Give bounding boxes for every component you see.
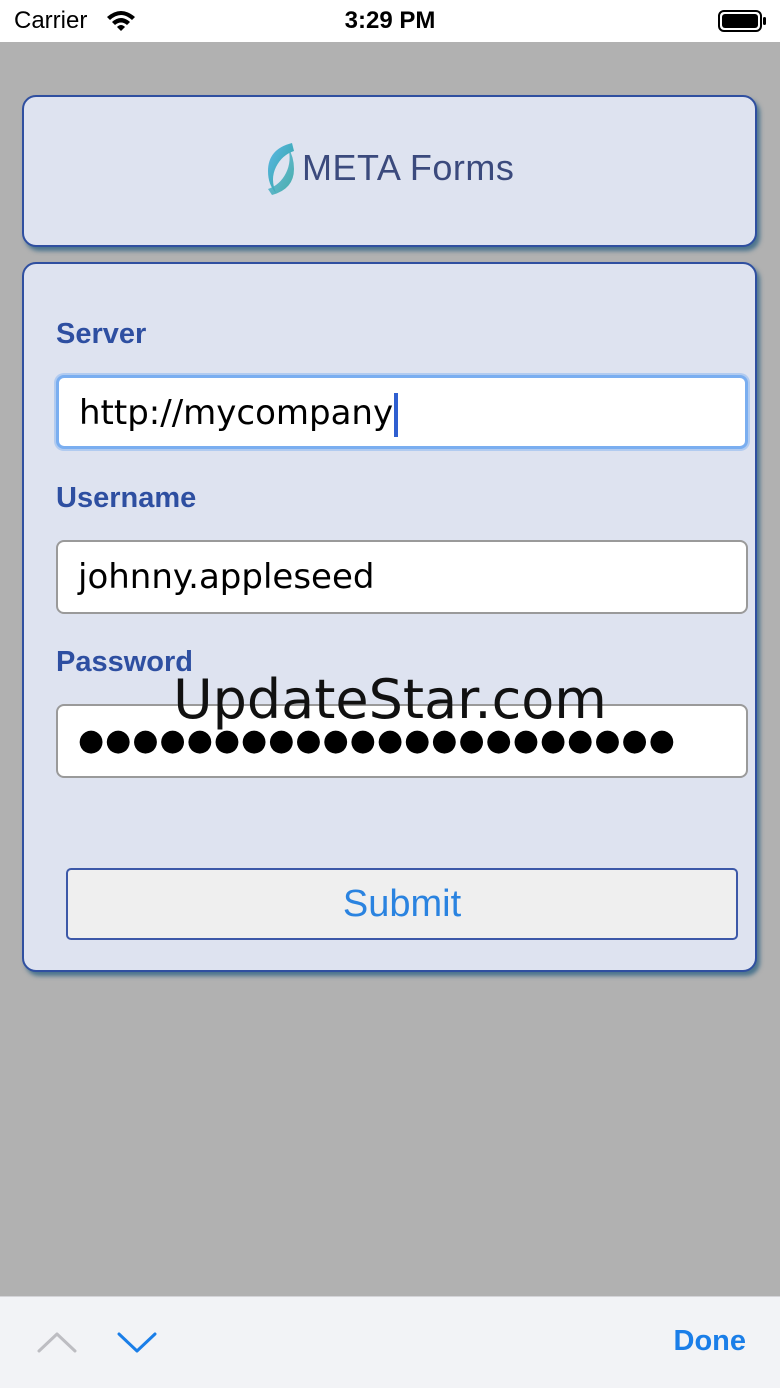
submit-button[interactable]: Submit [66, 868, 738, 940]
password-value: ●●●●●●●●●●●●●●●●●●●●●● [78, 723, 676, 758]
chevron-up-icon[interactable] [34, 1327, 80, 1357]
password-input[interactable]: ●●●●●●●●●●●●●●●●●●●●●● [56, 704, 748, 778]
server-label: Server [56, 318, 147, 350]
done-button[interactable]: Done [674, 1325, 747, 1358]
username-value: johnny.appleseed [78, 557, 375, 597]
keyboard-toolbar: Done [0, 1296, 780, 1388]
login-form: Server http://mycompany Username johnny.… [22, 262, 757, 972]
server-input[interactable]: http://mycompany [56, 375, 748, 449]
meta-logo-icon [262, 139, 298, 199]
password-label: Password [56, 646, 193, 678]
clock: 3:29 PM [344, 7, 436, 34]
chevron-down-icon[interactable] [114, 1327, 160, 1357]
status-bar: Carrier 3:29 PM [0, 0, 780, 42]
server-value: http://mycompany [79, 393, 394, 433]
battery-icon [718, 9, 768, 33]
logo-text: META Forms [302, 147, 515, 188]
username-input[interactable]: johnny.appleseed [56, 540, 748, 614]
username-label: Username [56, 482, 197, 514]
logo-card: META Forms [22, 95, 757, 247]
text-caret [394, 392, 399, 437]
